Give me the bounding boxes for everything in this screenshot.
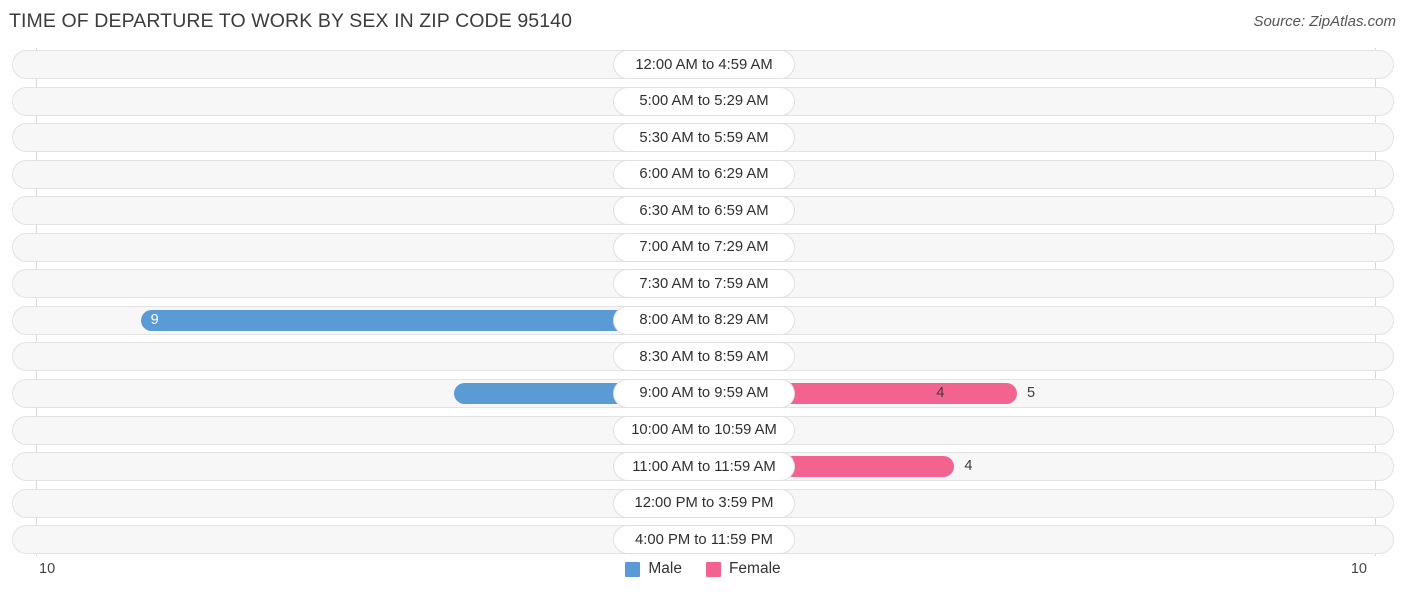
category-label-pill[interactable]: 5:00 AM to 5:29 AM: [614, 87, 794, 115]
table-row[interactable]: 0411:00 AM to 11:59 AM: [12, 452, 1395, 482]
category-label-text: 12:00 PM to 3:59 PM: [634, 495, 774, 512]
legend-label-female: Female: [728, 560, 781, 577]
category-label-pill[interactable]: 12:00 PM to 3:59 PM: [614, 489, 794, 517]
row-content: 006:00 AM to 6:29 AM: [13, 160, 1395, 188]
category-label-text: 5:30 AM to 5:59 AM: [639, 129, 769, 146]
table-row[interactable]: 4 5 9:00 AM to 9:59 AM: [12, 378, 1395, 408]
row-content: 004:00 PM to 11:59 PM: [13, 526, 1395, 554]
source-attribution: Source: ZipAtlas.com: [1253, 13, 1396, 30]
category-label-pill[interactable]: 10:00 AM to 10:59 AM: [614, 416, 794, 444]
category-label-pill[interactable]: 8:00 AM to 8:29 AM: [614, 306, 794, 334]
legend-swatch-male-icon: [625, 561, 641, 577]
row-content: 007:30 AM to 7:59 AM: [13, 270, 1395, 298]
legend-item-female[interactable]: Female: [705, 560, 781, 578]
table-row[interactable]: 006:00 AM to 6:29 AM: [12, 159, 1395, 189]
value-label-male: 4: [936, 384, 945, 401]
row-content: 0012:00 PM to 3:59 PM: [13, 489, 1395, 517]
table-row[interactable]: 0012:00 AM to 4:59 AM: [12, 50, 1394, 79]
page-title: TIME OF DEPARTURE TO WORK BY SEX IN ZIP …: [9, 10, 573, 32]
category-label-text: 9:00 AM to 9:59 AM: [639, 385, 769, 402]
table-row[interactable]: 908:00 AM to 8:29 AM: [12, 305, 1395, 335]
row-content: 0411:00 AM to 11:59 AM: [13, 453, 1395, 481]
value-label-female: 4: [964, 458, 973, 475]
row-content: 4 5 9:00 AM to 9:59 AM: [13, 379, 1395, 407]
table-row[interactable]: 004:00 PM to 11:59 PM: [12, 525, 1395, 555]
category-label-pill[interactable]: 5:30 AM to 5:59 AM: [614, 124, 794, 152]
row-content: 006:30 AM to 6:59 AM: [13, 197, 1395, 225]
category-label-text: 8:30 AM to 8:59 AM: [639, 348, 769, 365]
legend-label-male: Male: [648, 560, 682, 577]
row-content: 0010:00 AM to 10:59 AM: [13, 416, 1395, 444]
chart-footer: 10 10 Male Female: [0, 558, 1406, 595]
category-label-pill[interactable]: 6:30 AM to 6:59 AM: [614, 197, 794, 225]
category-label-text: 5:00 AM to 5:29 AM: [639, 93, 769, 110]
category-label-text: 10:00 AM to 10:59 AM: [631, 422, 777, 438]
category-label-pill[interactable]: 4:00 PM to 11:59 PM: [614, 526, 794, 554]
category-label-text: 4:00 PM to 11:59 PM: [635, 531, 773, 548]
category-label-pill[interactable]: 9:00 AM to 9:59 AM: [614, 379, 794, 407]
table-row[interactable]: 0010:00 AM to 10:59 AM: [12, 415, 1395, 445]
table-row[interactable]: 007:30 AM to 7:59 AM: [12, 269, 1395, 299]
value-label-male: 9: [150, 311, 159, 328]
chart-plot-area: 0012:00 AM to 4:59 AM 005:00 AM to 5:29 A…: [0, 46, 1406, 558]
value-label-female: 5: [1027, 384, 1036, 401]
category-label-pill[interactable]: 6:00 AM to 6:29 AM: [614, 160, 794, 188]
table-row[interactable]: 008:30 AM to 8:59 AM: [12, 342, 1395, 372]
category-label-text: 6:30 AM to 6:59 AM: [639, 202, 769, 219]
table-row[interactable]: 007:00 AM to 7:29 AM: [12, 232, 1395, 262]
chart-legend: Male Female: [0, 560, 1406, 578]
category-label-text: 7:30 AM to 7:59 AM: [639, 275, 769, 292]
category-label-pill[interactable]: 12:00 AM to 4:59 AM: [614, 51, 794, 78]
row-content: 008:30 AM to 8:59 AM: [13, 343, 1395, 371]
legend-swatch-female-icon: [705, 561, 721, 577]
category-label-text: 8:00 AM to 8:29 AM: [639, 312, 769, 329]
category-label-pill[interactable]: 11:00 AM to 11:59 AM: [614, 453, 794, 481]
row-content: 007:00 AM to 7:29 AM: [13, 233, 1395, 261]
category-label-text: 11:00 AM to 11:59 AM: [632, 458, 776, 475]
chart-header: TIME OF DEPARTURE TO WORK BY SEX IN ZIP …: [0, 0, 1406, 46]
legend-item-male[interactable]: Male: [625, 560, 682, 578]
table-row[interactable]: 005:00 AM to 5:29 AM: [12, 86, 1395, 116]
category-label-text: 6:00 AM to 6:29 AM: [639, 166, 769, 183]
row-content: 0012:00 AM to 4:59 AM: [13, 51, 1395, 78]
table-row[interactable]: 0012:00 PM to 3:59 PM: [12, 488, 1395, 518]
category-label-pill[interactable]: 7:00 AM to 7:29 AM: [614, 233, 794, 261]
category-label-pill[interactable]: 8:30 AM to 8:59 AM: [614, 343, 794, 371]
table-row[interactable]: 006:30 AM to 6:59 AM: [12, 196, 1395, 226]
row-content: 908:00 AM to 8:29 AM: [13, 306, 1395, 334]
row-content: 005:00 AM to 5:29 AM: [13, 87, 1395, 115]
row-content: 005:30 AM to 5:59 AM: [13, 124, 1395, 152]
category-label-text: 12:00 AM to 4:59 AM: [635, 56, 773, 73]
table-row[interactable]: 005:30 AM to 5:59 AM: [12, 123, 1395, 153]
category-label-pill[interactable]: 7:30 AM to 7:59 AM: [614, 270, 794, 298]
category-label-text: 7:00 AM to 7:29 AM: [639, 239, 769, 256]
